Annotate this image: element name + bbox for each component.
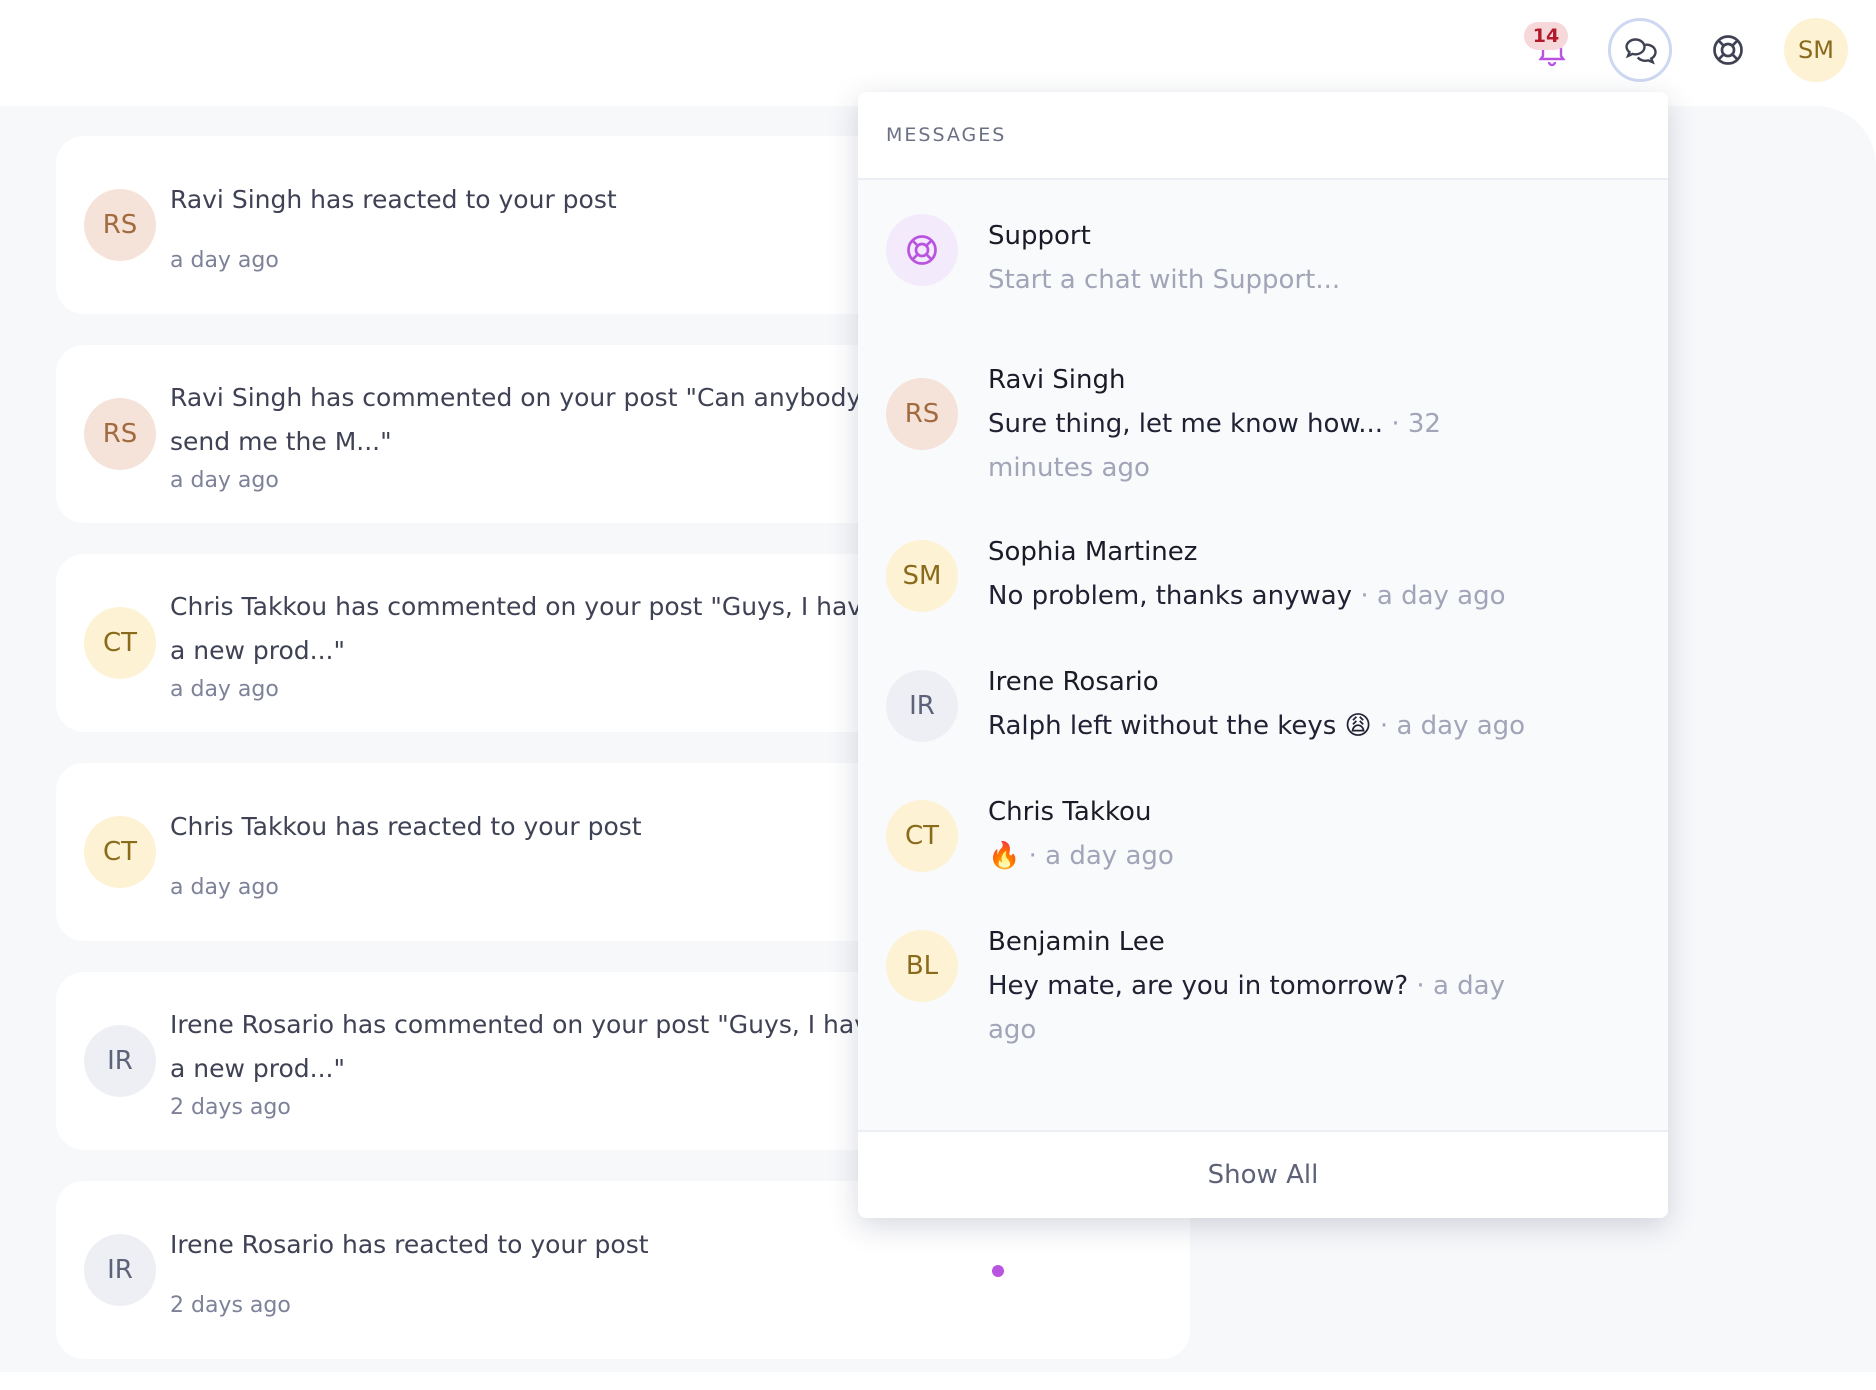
message-preview: Sure thing, let me know how... · 32 minu…	[988, 402, 1548, 490]
avatar-initials: CT	[904, 821, 940, 851]
message-time: a day ago	[1396, 711, 1526, 741]
message-sender: Support	[988, 221, 1091, 251]
user-avatar[interactable]: SM	[1784, 18, 1848, 82]
notifications-button[interactable]: 14	[1520, 18, 1584, 82]
message-text: Ralph left without the keys 😩	[988, 711, 1372, 741]
avatar-initials: IR	[909, 691, 935, 721]
message-item-support[interactable]: Support Start a chat with Support...	[858, 214, 1668, 302]
avatar-initials: SM	[902, 561, 942, 591]
support-avatar	[886, 214, 958, 286]
user-initials: SM	[1798, 36, 1834, 64]
separator: ·	[1360, 581, 1369, 611]
avatar-initials: IR	[107, 1046, 133, 1076]
avatar-initials: CT	[102, 628, 138, 658]
avatar-initials: IR	[107, 1255, 133, 1285]
message-text: Hey mate, are you in tomorrow?	[988, 971, 1409, 1001]
notification-message: Ravi Singh has reacted to your post	[170, 184, 617, 214]
avatar: CT	[84, 816, 156, 888]
chat-icon	[1625, 38, 1657, 65]
message-preview: Ralph left without the keys 😩 · a day ag…	[988, 704, 1525, 748]
messages-dropdown: MESSAGES Support Start a chat with Suppo…	[858, 92, 1668, 1218]
avatar-initials: RS	[904, 399, 940, 429]
message-time: a day ago	[1045, 841, 1174, 871]
avatar-initials: CT	[102, 837, 138, 867]
avatar-initials: RS	[102, 210, 138, 240]
separator: ·	[1416, 971, 1425, 1001]
separator: ·	[1379, 711, 1389, 741]
message-item[interactable]: IR Irene Rosario Ralph left without the …	[858, 660, 1668, 748]
show-all-button[interactable]: Show All	[858, 1130, 1668, 1218]
notification-time: 2 days ago	[170, 1094, 291, 1120]
message-sender: Benjamin Lee	[988, 927, 1165, 957]
message-preview: 🔥 · a day ago	[988, 834, 1174, 878]
message-preview: Start a chat with Support...	[988, 265, 1341, 295]
message-preview: No problem, thanks anyway · a day ago	[988, 574, 1506, 618]
message-item[interactable]: RS Ravi Singh Sure thing, let me know ho…	[858, 358, 1668, 490]
notification-message: Chris Takkou has commented on your post …	[170, 591, 878, 665]
avatar-initials: RS	[102, 419, 138, 449]
separator: ·	[1028, 841, 1037, 871]
message-sender: Sophia Martinez	[988, 537, 1198, 567]
notification-message: Chris Takkou has reacted to your post	[170, 811, 642, 841]
avatar: IR	[84, 1234, 156, 1306]
messages-button[interactable]	[1608, 18, 1672, 82]
separator: ·	[1391, 409, 1400, 439]
top-icons: 14 SM	[1496, 18, 1848, 82]
message-time: a day ago	[1376, 581, 1506, 611]
notifications-badge: 14	[1524, 22, 1568, 50]
top-bar: 14 SM	[0, 0, 1876, 106]
notification-message: Irene Rosario has commented on your post…	[170, 1009, 885, 1083]
avatar: CT	[84, 607, 156, 679]
avatar: RS	[886, 378, 958, 450]
notification-message: Ravi Singh has commented on your post "C…	[170, 382, 862, 456]
notification-time: a day ago	[170, 676, 279, 702]
avatar: SM	[886, 540, 958, 612]
message-sender: Ravi Singh	[988, 365, 1126, 395]
message-item[interactable]: SM Sophia Martinez No problem, thanks an…	[858, 530, 1668, 618]
notification-time: a day ago	[170, 467, 279, 493]
unread-dot	[992, 1265, 1004, 1277]
notification-time: 2 days ago	[170, 1292, 291, 1318]
message-sender: Chris Takkou	[988, 797, 1152, 827]
message-item[interactable]: CT Chris Takkou 🔥 · a day ago	[858, 790, 1668, 878]
avatar: BL	[886, 930, 958, 1002]
avatar: RS	[84, 189, 156, 261]
avatar-initials: BL	[905, 951, 939, 981]
message-preview: Hey mate, are you in tomorrow? · a day a…	[988, 964, 1548, 1052]
message-item[interactable]: BL Benjamin Lee Hey mate, are you in tom…	[858, 920, 1668, 1052]
avatar: IR	[886, 670, 958, 742]
notification-message: Irene Rosario has reacted to your post	[170, 1229, 649, 1259]
notification-time: a day ago	[170, 247, 279, 273]
avatar: IR	[84, 1025, 156, 1097]
messages-title: MESSAGES	[858, 92, 1668, 180]
support-button[interactable]	[1696, 18, 1760, 82]
lifebuoy-icon	[907, 235, 937, 265]
lifebuoy-icon	[1713, 35, 1743, 65]
message-text: Sure thing, let me know how...	[988, 409, 1384, 439]
message-text: No problem, thanks anyway	[988, 581, 1353, 611]
avatar: CT	[886, 800, 958, 872]
avatar: RS	[84, 398, 156, 470]
notification-time: a day ago	[170, 874, 279, 900]
message-sender: Irene Rosario	[988, 667, 1159, 697]
message-text: 🔥	[988, 841, 1021, 871]
